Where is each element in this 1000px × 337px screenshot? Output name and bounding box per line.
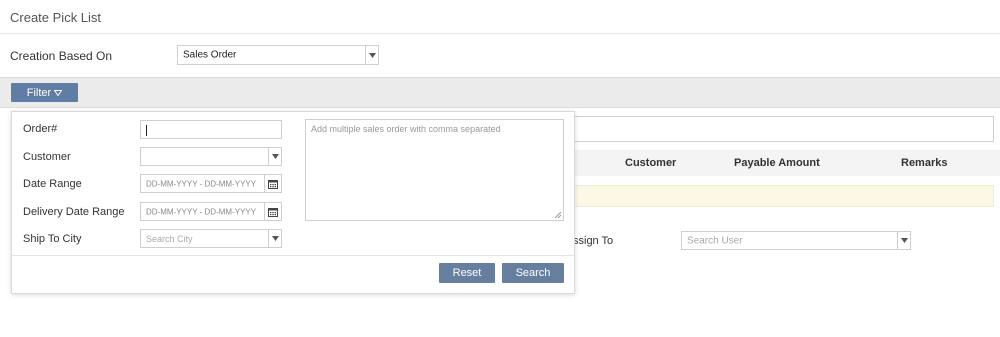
creation-basis-label: Creation Based On: [10, 49, 113, 63]
text-cursor: [146, 125, 147, 136]
page-title: Create Pick List: [10, 10, 102, 25]
sales-orders-placeholder: Add multiple sales order with comma sepa…: [311, 124, 501, 134]
table-header: Customer Payable Amount Remarks: [560, 150, 1000, 176]
chevron-down-icon[interactable]: [897, 232, 910, 249]
filter-button[interactable]: Filter: [11, 83, 78, 102]
chevron-down-icon: [54, 89, 63, 96]
customer-select[interactable]: [140, 147, 282, 166]
search-button[interactable]: Search: [502, 263, 564, 283]
assign-user-select[interactable]: Search User: [681, 231, 911, 250]
calendar-icon[interactable]: [264, 175, 281, 192]
delivery-date-range-label: Delivery Date Range: [23, 206, 125, 218]
column-remarks: Remarks: [901, 157, 948, 169]
filter-button-label: Filter: [26, 86, 52, 99]
date-range-input[interactable]: DD-MM-YYYY - DD-MM-YYYY: [140, 174, 282, 193]
filter-strip: [0, 77, 1000, 108]
ship-to-city-placeholder: Search City: [146, 233, 193, 244]
creation-basis-select[interactable]: Sales Order: [177, 45, 379, 65]
calendar-icon[interactable]: [264, 203, 281, 220]
reset-button[interactable]: Reset: [439, 263, 495, 283]
date-range-placeholder: DD-MM-YYYY - DD-MM-YYYY: [146, 179, 257, 188]
filter-panel-footer: Reset Search: [12, 255, 574, 293]
sales-order-search-input[interactable]: [560, 116, 994, 142]
column-customer: Customer: [625, 157, 677, 169]
chevron-down-icon[interactable]: [365, 46, 378, 64]
assign-to-label: ssign To: [573, 235, 614, 247]
delivery-date-range-placeholder: DD-MM-YYYY - DD-MM-YYYY: [146, 207, 257, 216]
resize-handle-icon[interactable]: [554, 211, 562, 219]
assign-user-placeholder: Search User: [687, 235, 743, 246]
ship-to-city-select[interactable]: Search City: [140, 229, 282, 248]
notice-row: [560, 185, 994, 207]
chevron-down-icon[interactable]: [268, 148, 281, 165]
filter-panel: Order# Customer Date Range DD-MM-YYYY - …: [11, 111, 575, 294]
column-payable-amount: Payable Amount: [734, 157, 820, 169]
date-range-label: Date Range: [23, 178, 82, 190]
chevron-down-icon[interactable]: [268, 230, 281, 247]
creation-basis-value: Sales Order: [183, 49, 237, 61]
title-bar: Create Pick List: [0, 0, 1000, 34]
order-input[interactable]: [140, 120, 282, 139]
delivery-date-range-input[interactable]: DD-MM-YYYY - DD-MM-YYYY: [140, 202, 282, 221]
page: Create Pick List Creation Based On Sales…: [0, 0, 1000, 337]
order-label: Order#: [23, 123, 58, 135]
customer-label: Customer: [23, 151, 71, 163]
sales-orders-textarea[interactable]: Add multiple sales order with comma sepa…: [305, 119, 564, 221]
ship-to-city-label: Ship To City: [23, 233, 82, 245]
